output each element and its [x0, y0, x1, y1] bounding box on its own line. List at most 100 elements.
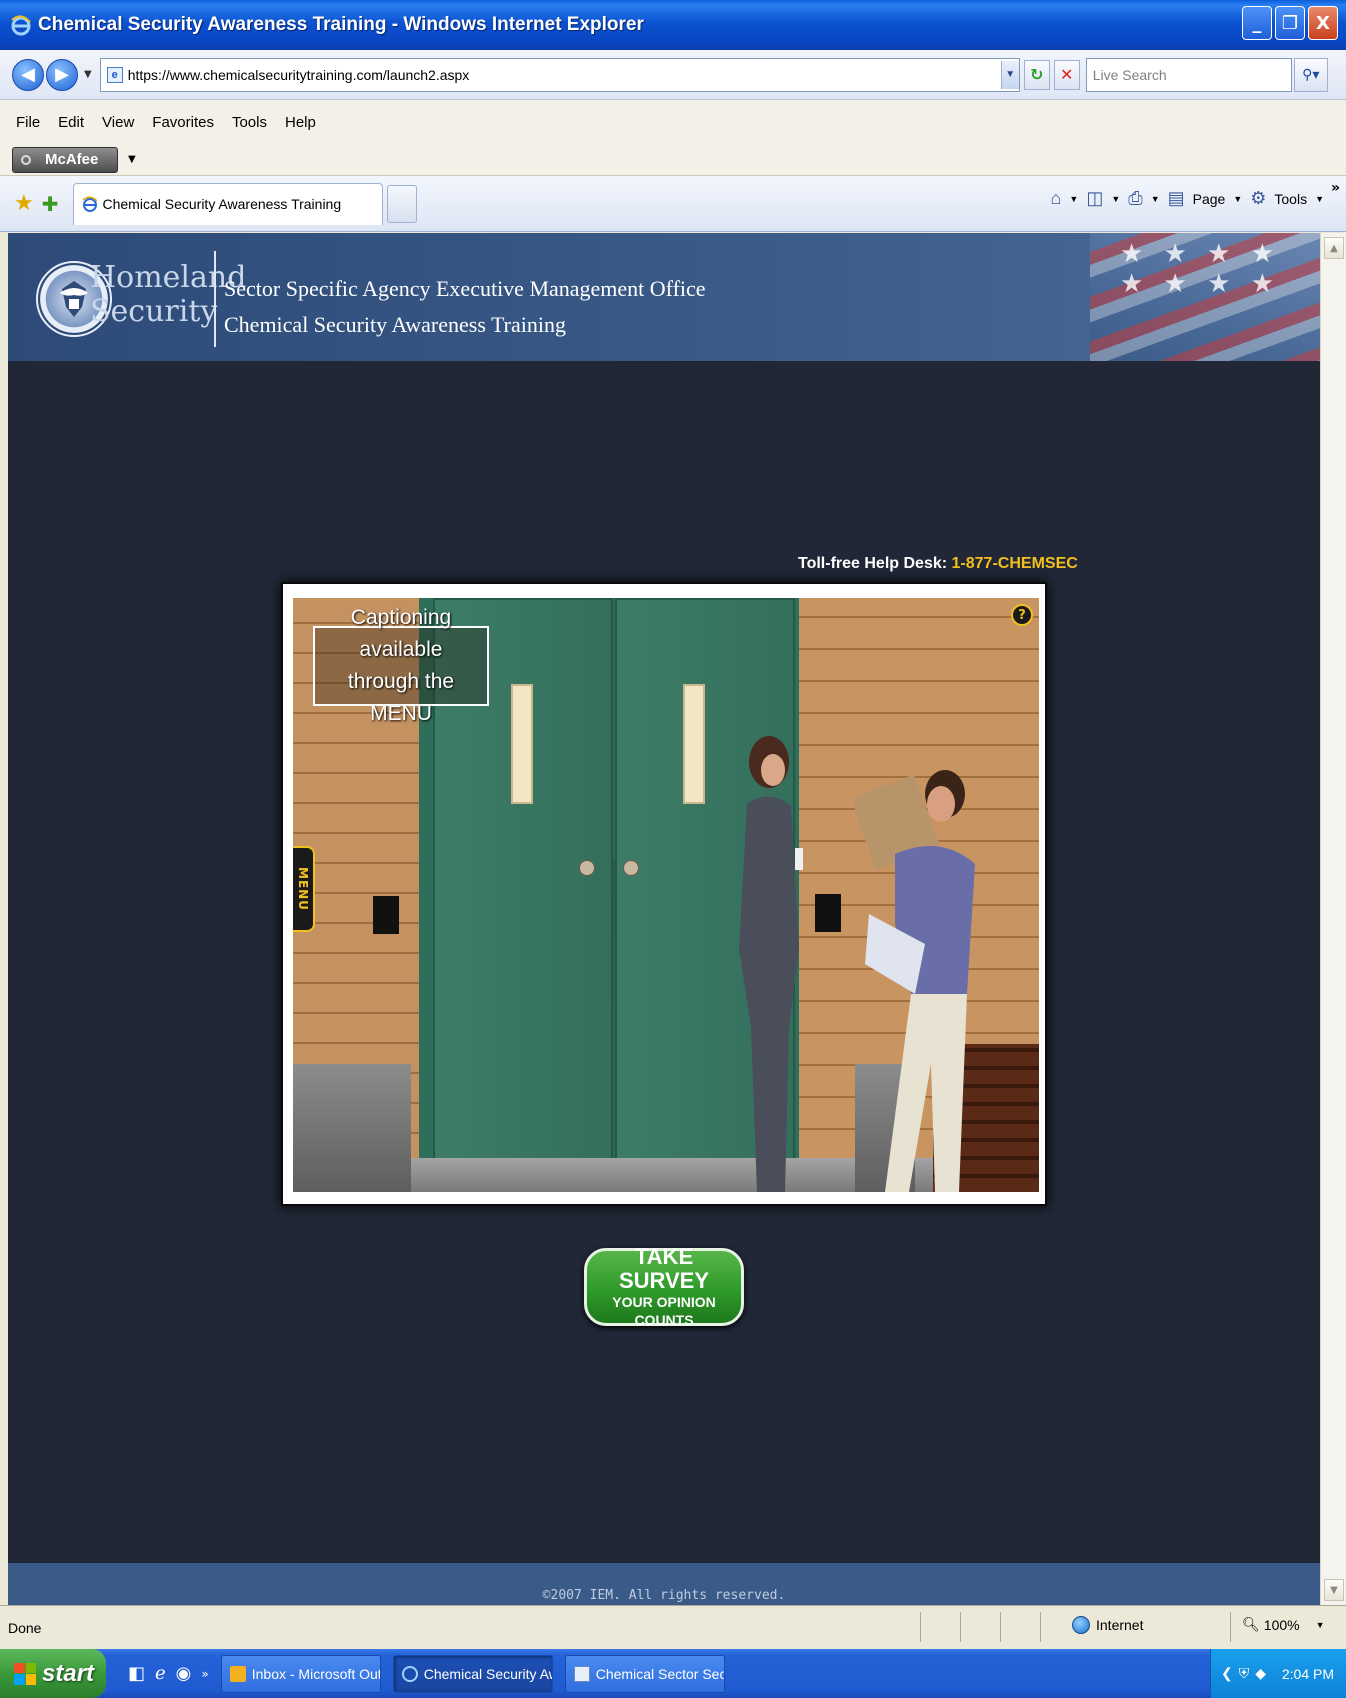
menu-view[interactable]: View [102, 114, 134, 131]
mcafee-button[interactable]: McAfee [12, 146, 118, 173]
address-dropdown-icon[interactable]: ▼ [1000, 60, 1019, 89]
badge-reader-left [373, 896, 399, 934]
task-ie-training[interactable]: Chemical Security Aw... [392, 1654, 553, 1693]
page-menu-icon: ▤ [1167, 188, 1185, 208]
woman-figure [739, 736, 803, 1192]
task-outlook[interactable]: Inbox - Microsoft Out... [220, 1654, 381, 1693]
menu-file[interactable]: File [16, 114, 40, 131]
zoom-level: 100% [1263, 1616, 1300, 1633]
internet-explorer-icon[interactable]: ℯ [155, 1663, 166, 1684]
menu-help[interactable]: Help [285, 114, 316, 131]
address-input[interactable]: e https://www.chemicalsecuritytraining.c… [99, 57, 1020, 92]
minimize-button[interactable]: _ [1242, 6, 1272, 40]
show-desktop-icon[interactable]: ◧ [128, 1663, 145, 1684]
media-player-icon[interactable]: ◉ [176, 1663, 192, 1684]
restore-button[interactable]: ❐ [1275, 6, 1305, 40]
arrow-right-icon: ▶ [55, 64, 69, 85]
home-dropdown-icon[interactable]: ▼ [1069, 194, 1078, 204]
tab-title: Chemical Security Awareness Training [102, 196, 342, 212]
outlook-icon [229, 1665, 246, 1682]
office-title: Sector Specific Agency Executive Managem… [224, 271, 706, 343]
history-dropdown-icon[interactable]: ▼ [84, 69, 92, 80]
windows-logo-icon [14, 1662, 36, 1685]
tab-active[interactable]: Chemical Security Awareness Training [72, 182, 383, 225]
status-text: Done [8, 1619, 42, 1636]
window-titlebar[interactable]: Chemical Security Awareness Training - W… [0, 0, 1346, 50]
copyright-text: ©2007 IEM. All rights reserved. [542, 1588, 786, 1603]
status-separator [960, 1612, 961, 1642]
tools-menu[interactable]: Tools [1274, 191, 1307, 207]
chevron-more-icon[interactable]: » [1331, 180, 1340, 196]
internet-explorer-icon [11, 15, 31, 36]
task-document[interactable]: Chemical Sector Secu... [564, 1654, 725, 1693]
security-shield-icon[interactable]: ⛨ [1239, 1665, 1250, 1682]
search-placeholder: Live Search [1092, 66, 1167, 83]
menu-edit[interactable]: Edit [58, 114, 84, 131]
new-tab-button[interactable] [386, 184, 417, 223]
menu-tools[interactable]: Tools [232, 114, 267, 131]
search-input[interactable]: Live Search [1085, 57, 1292, 92]
status-bar: Done Internet 🔍︎ 100% ▼ [0, 1605, 1346, 1649]
zoom-control[interactable]: 🔍︎ 100% ▼ [1242, 1616, 1325, 1633]
quick-launch: ◧ ℯ ◉ [128, 1663, 191, 1684]
mcafee-dropdown-icon[interactable]: ▼ [128, 154, 136, 165]
scroll-up-icon[interactable]: ▲ [1324, 237, 1344, 259]
scroll-down-icon[interactable]: ▼ [1324, 1579, 1344, 1601]
add-favorite-icon[interactable]: ✚ [42, 192, 59, 216]
security-zone[interactable]: Internet [1072, 1616, 1143, 1634]
document-icon [573, 1665, 590, 1682]
home-icon[interactable]: ⌂ [1051, 188, 1062, 209]
feeds-dropdown-icon[interactable]: ▼ [1111, 194, 1120, 204]
zoom-dropdown-icon[interactable]: ▼ [1316, 1620, 1325, 1630]
tools-dropdown-icon[interactable]: ▼ [1315, 194, 1324, 204]
refresh-button[interactable]: ↻ [1023, 59, 1050, 90]
close-button[interactable]: X [1308, 6, 1338, 40]
favorites-star-icon[interactable]: ★ [14, 191, 34, 216]
help-button[interactable]: ? [1011, 604, 1033, 626]
door-handle-right [623, 860, 639, 876]
menu-tab-label: MENU [296, 867, 310, 911]
system-tray: ❮ ⛨ ◆ 2:04 PM [1210, 1649, 1346, 1698]
print-dropdown-icon[interactable]: ▼ [1151, 194, 1160, 204]
forward-button[interactable]: ▶ [46, 58, 78, 91]
stop-button[interactable]: ✕ [1053, 59, 1080, 90]
caption-line2: through the MENU [347, 670, 455, 725]
caption-line1: Captioning available [350, 606, 452, 661]
internet-explorer-icon [401, 1665, 418, 1682]
header-divider [214, 251, 216, 347]
survey-subtitle: YOUR OPINION COUNTS [612, 1294, 716, 1328]
status-separator [1230, 1612, 1231, 1642]
dhs-header: Homeland Security Sector Specific Agency… [8, 233, 1320, 361]
command-bar: ⌂ ▼ ◫ ▼ ⎙ ▼ ▤ Page ▼ ⚙ Tools ▼ [1051, 188, 1324, 209]
address-url: https://www.chemicalsecuritytraining.com… [127, 66, 470, 83]
quick-launch-more-icon[interactable]: » [201, 1667, 208, 1681]
back-button[interactable]: ◀ [12, 58, 44, 91]
stop-icon: ✕ [1060, 65, 1074, 84]
menu-favorites[interactable]: Favorites [152, 114, 214, 131]
start-label: start [42, 1659, 95, 1687]
page-dropdown-icon[interactable]: ▼ [1233, 194, 1242, 204]
man-carrying-box-figure [855, 770, 975, 1192]
tab-bar: ★ ✚ Chemical Security Awareness Training… [0, 176, 1346, 232]
page-content: Homeland Security Sector Specific Agency… [8, 233, 1320, 1605]
search-button[interactable]: ⚲▾ [1293, 57, 1328, 92]
office-line2: Chemical Security Awareness Training [224, 312, 566, 337]
network-icon[interactable]: ◆ [1255, 1665, 1266, 1682]
take-survey-button[interactable]: TAKE SURVEY YOUR OPINION COUNTS [584, 1245, 744, 1328]
arrow-left-icon: ◀ [21, 64, 35, 85]
feeds-icon[interactable]: ◫ [1086, 188, 1103, 209]
helpdesk-label: Toll-free Help Desk: [798, 555, 948, 572]
dhs-name-line1: Homeland [90, 260, 247, 295]
page-menu[interactable]: Page [1193, 191, 1226, 207]
training-player[interactable]: Captioning available through the MENU ? … [281, 582, 1047, 1206]
page-footer: ©2007 IEM. All rights reserved. [8, 1563, 1320, 1605]
mcafee-label: McAfee [45, 151, 99, 168]
print-icon[interactable]: ⎙ [1128, 188, 1142, 209]
tray-expand-icon[interactable]: ❮ [1221, 1665, 1233, 1682]
vertical-scrollbar[interactable]: ▲ ▼ [1320, 233, 1346, 1605]
player-menu-tab[interactable]: MENU [293, 846, 315, 932]
training-video-scene[interactable]: Captioning available through the MENU ? … [293, 598, 1039, 1192]
door-handle-left [579, 860, 595, 876]
clock[interactable]: 2:04 PM [1282, 1666, 1334, 1682]
start-button[interactable]: start [0, 1649, 106, 1698]
